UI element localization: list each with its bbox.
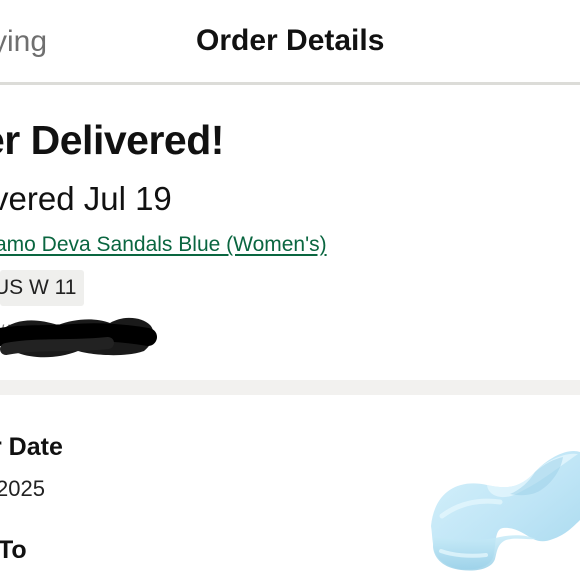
delivery-status-heading: er Delivered! bbox=[0, 117, 224, 163]
order-date-value: 2025 bbox=[0, 476, 45, 501]
ship-to-label: To bbox=[0, 536, 27, 564]
back-to-buying-link[interactable]: ying bbox=[0, 25, 47, 59]
delivery-status-section: er Delivered! vered Jul 19 amo Deva Sand… bbox=[0, 85, 580, 380]
order-number-area: #1759875 bbox=[0, 313, 160, 359]
product-image bbox=[431, 450, 580, 571]
page-title: Order Details bbox=[196, 24, 385, 57]
size-badge: US W 11 bbox=[0, 270, 85, 306]
product-name-link[interactable]: amo Deva Sandals Blue (Women's) bbox=[0, 233, 327, 257]
size-label: US W 11 bbox=[0, 276, 77, 299]
order-details-header: ying Order Details bbox=[0, 0, 580, 85]
redaction-icon bbox=[0, 317, 157, 358]
section-divider bbox=[0, 380, 580, 395]
order-date-label: r Date bbox=[0, 433, 63, 461]
delivered-date: vered Jul 19 bbox=[0, 180, 172, 217]
